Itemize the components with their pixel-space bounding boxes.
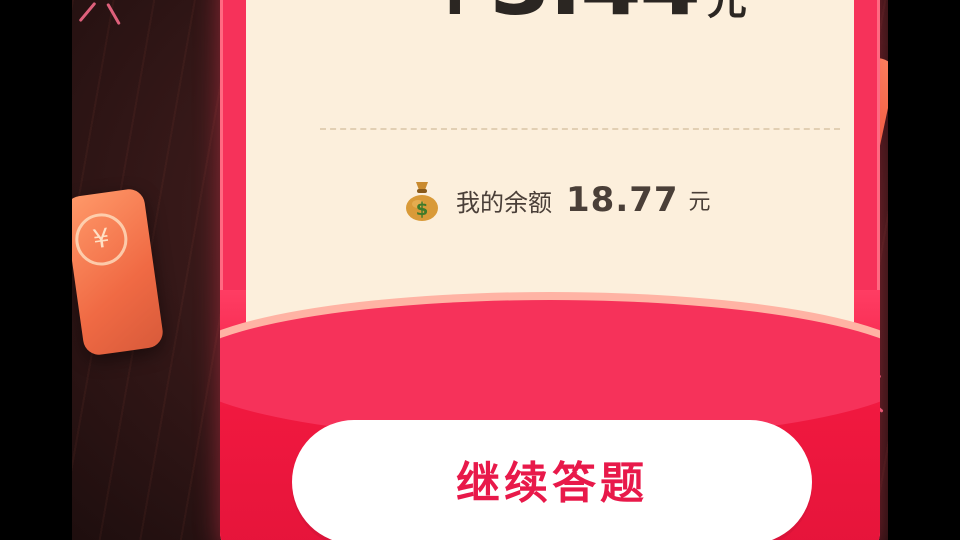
reward-amount-unit: 元: [706, 0, 747, 24]
coin-card-decoration: ¥: [72, 187, 165, 357]
reward-amount-value: +3.44: [418, 0, 701, 28]
sparkle-decoration: [78, 1, 97, 23]
reward-amount: +3.44 元: [418, 0, 748, 40]
envelope-flap: [220, 300, 880, 440]
money-bag-icon: $: [406, 182, 438, 221]
balance-value: 18.77: [566, 180, 679, 220]
svg-text:$: $: [416, 199, 429, 220]
balance-label: 我的余额: [456, 188, 552, 217]
app-screen: ¥ ¥ +3.44 元 $ 我的余额 18.77 元: [72, 0, 888, 540]
balance-unit: 元: [688, 190, 711, 215]
continue-answering-label: 继续答题: [456, 459, 648, 508]
reward-paper: +3.44 元 $ 我的余额 18.77 元: [246, 0, 854, 322]
balance-row: $ 我的余额 18.77 元: [404, 178, 711, 222]
continue-answering-button[interactable]: 继续答题: [292, 420, 812, 540]
yen-icon: ¥: [72, 210, 131, 269]
sparkle-decoration: [106, 2, 121, 26]
dashed-divider: [320, 128, 840, 130]
